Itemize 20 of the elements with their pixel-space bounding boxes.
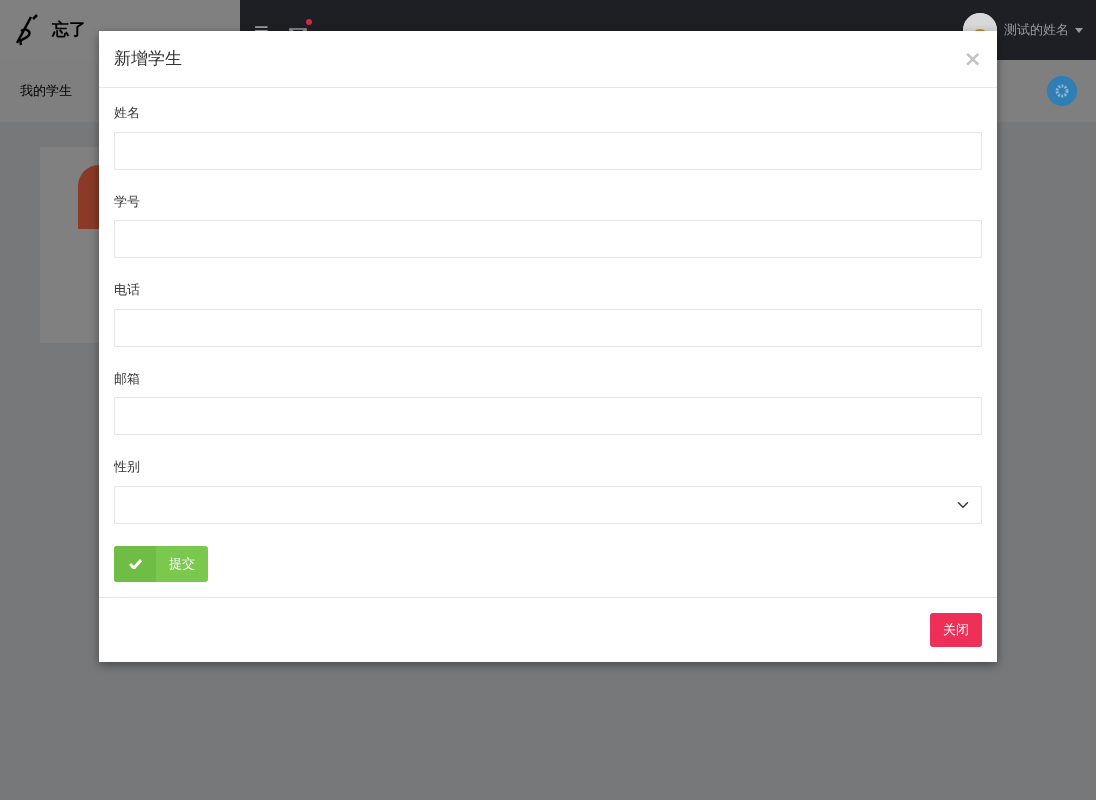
app-title: 忘了 bbox=[52, 18, 86, 42]
check-icon bbox=[128, 558, 142, 569]
input-field[interactable] bbox=[114, 131, 982, 170]
select-field[interactable] bbox=[114, 485, 982, 524]
field-label: 性别 bbox=[114, 458, 140, 476]
user-menu[interactable]: 测试的姓名 bbox=[1003, 20, 1069, 40]
field-label: 学号 bbox=[114, 192, 140, 211]
field-label: 邮箱 bbox=[114, 369, 140, 388]
logo-icon bbox=[13, 13, 39, 47]
field-label: 电话 bbox=[114, 281, 140, 299]
close-button[interactable]: 关闭 bbox=[930, 612, 982, 647]
input-field[interactable] bbox=[114, 308, 982, 347]
logo-icon bbox=[78, 165, 99, 229]
input-field[interactable] bbox=[114, 220, 982, 258]
caret-icon bbox=[1075, 27, 1083, 33]
input-field[interactable] bbox=[114, 397, 982, 435]
field-label: 姓名 bbox=[114, 104, 140, 122]
settings-icon[interactable] bbox=[1046, 76, 1077, 106]
modal-title: 新增学生 bbox=[114, 47, 182, 71]
tab-label[interactable]: 我的学生 bbox=[19, 81, 72, 101]
